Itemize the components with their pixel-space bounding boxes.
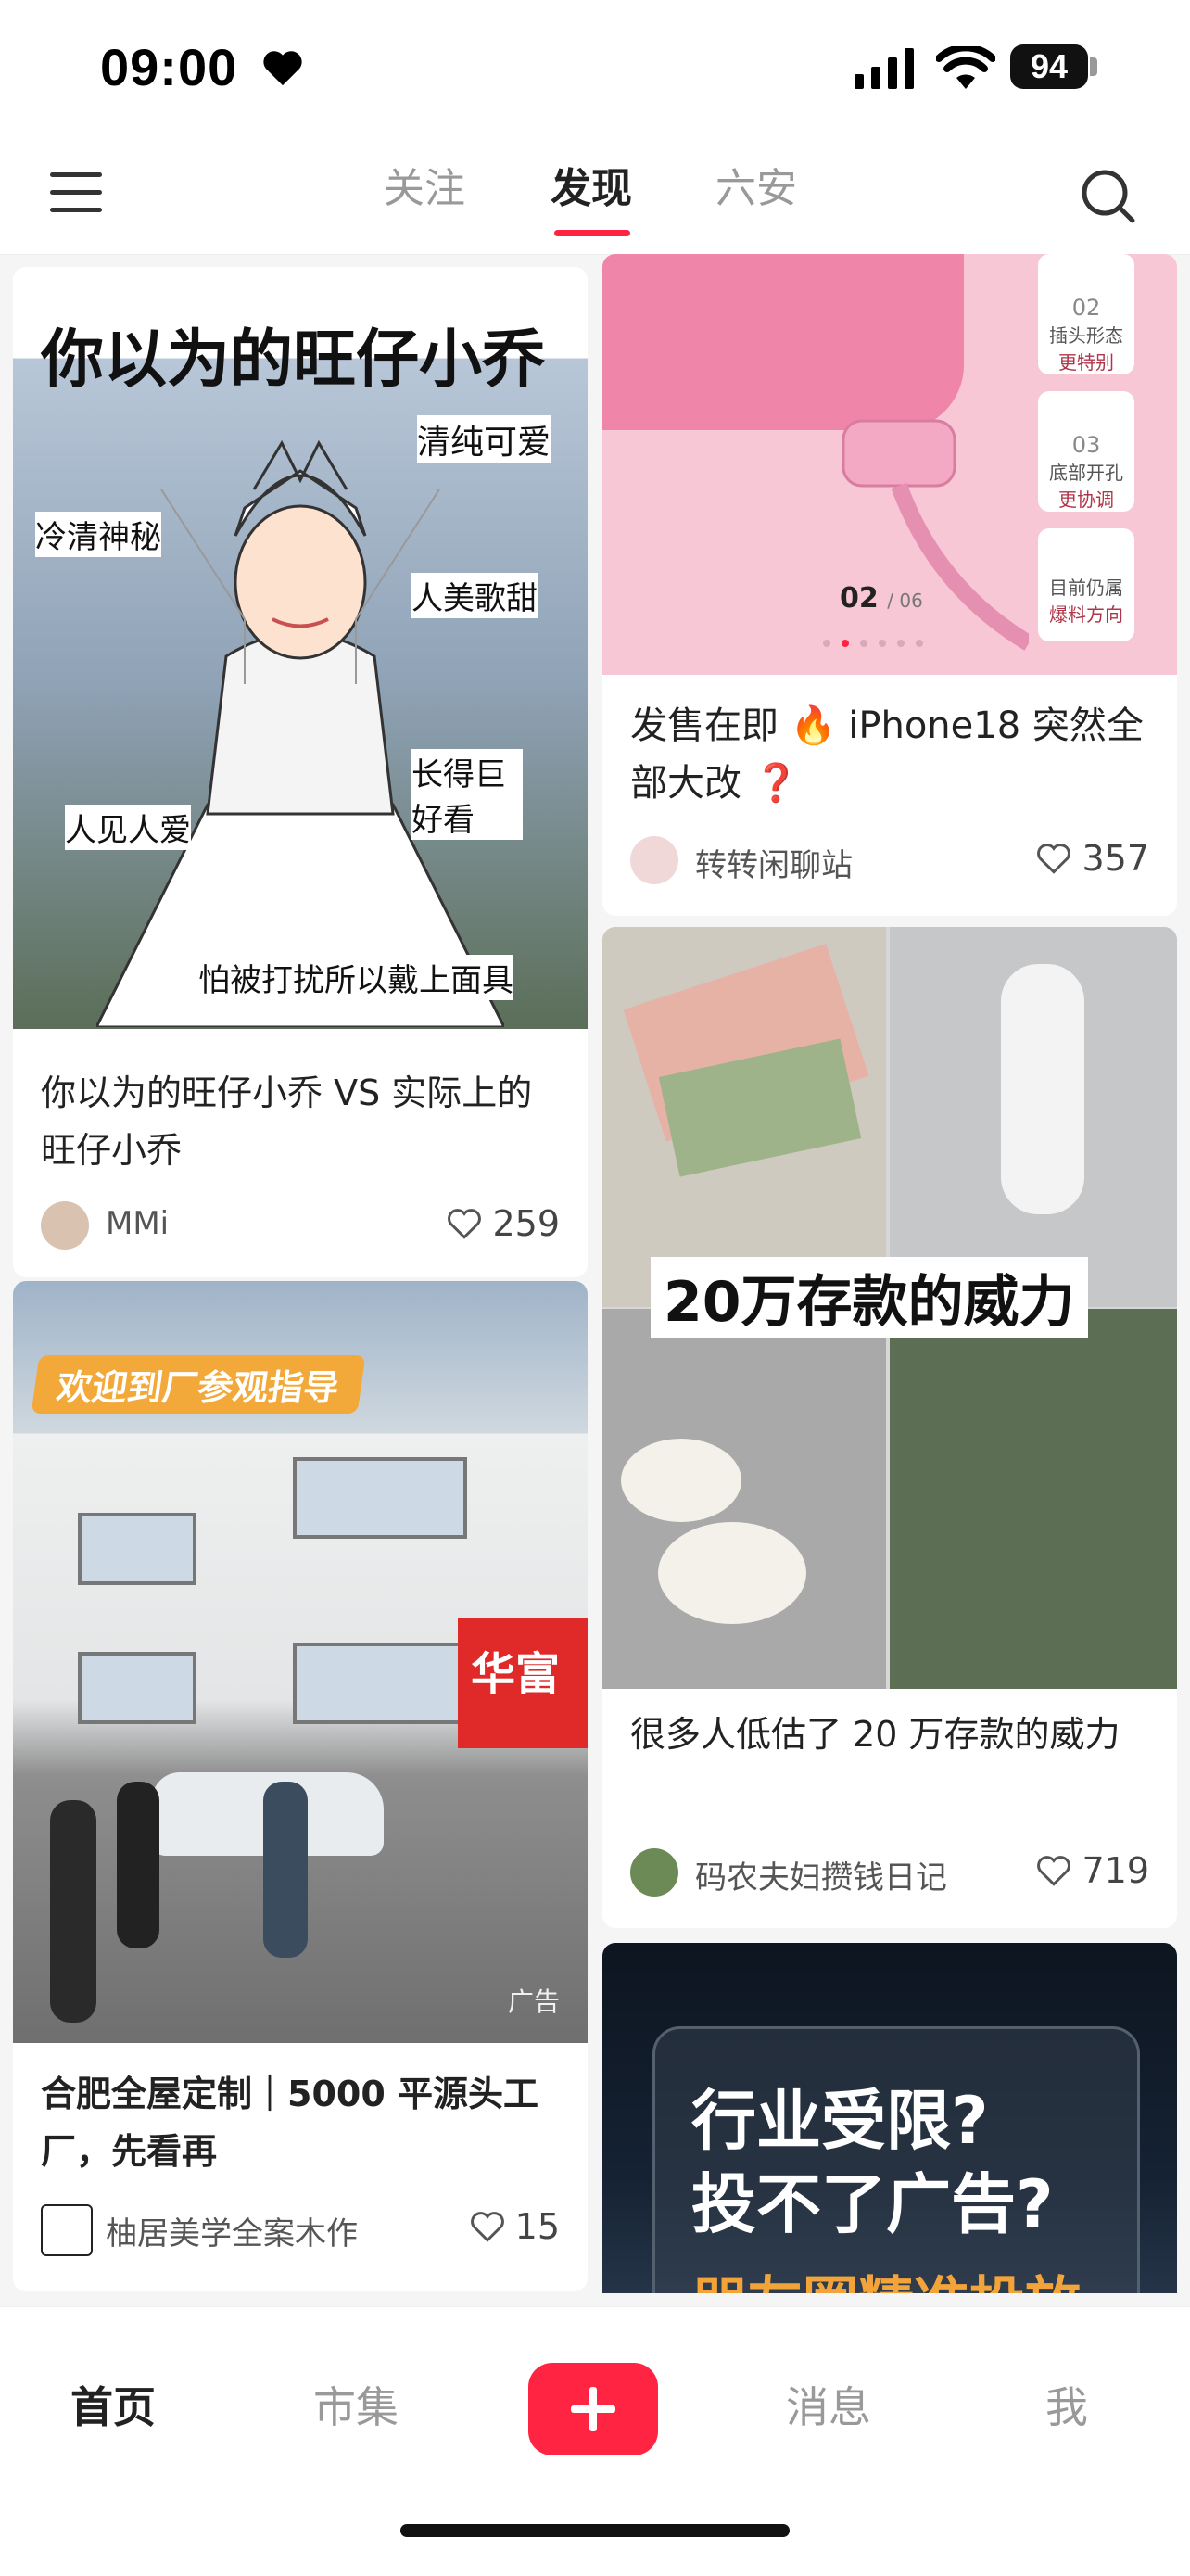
author-name[interactable]: 转转闲聊站 [695,840,853,885]
feed-card-3[interactable]: 欢迎到厂参观指导 华富 广告 合肥全屋定制｜5000 平源头工厂，先看再 柚居美… [13,1281,588,2291]
card-4-meta: 码农夫妇攒钱日记 719 [630,1845,1149,1900]
status-bar: 09:00 94 [0,0,1190,139]
caption-cool: 冷清神秘 [35,512,161,557]
author-name[interactable]: 码农夫妇攒钱日记 [695,1852,947,1897]
search-icon[interactable] [1079,167,1138,226]
card-4-title: 很多人低估了 20 万存款的威力 [630,1714,1120,1755]
author-name[interactable]: MMi [106,1205,169,1242]
tab-discover[interactable]: 发现 [551,159,632,234]
side-label-3: 目前仍属 爆料方向 [1038,528,1134,641]
stall-photo [890,1309,1177,1689]
card-2-title: 发售在即 🔥 iPhone18 突然全部大改 ❓ [630,704,1144,805]
carousel-dots [823,640,923,647]
menu-icon[interactable] [50,172,102,213]
caption-loved: 人见人爱 [65,805,191,850]
avatar[interactable] [41,2204,93,2256]
side-label-1: 02 插头形态 更特别 [1038,254,1134,374]
card-5-line3: 朋友圈精准投放 [691,2258,1081,2293]
side-labels: 02 插头形态 更特别 03 底部开孔 更协调 目前仍属 爆料方向 [1038,254,1134,643]
card-5-image[interactable]: 行业受限? 投不了广告? 朋友圈精准投放 [602,1943,1177,2293]
child-photo [890,927,1177,1307]
card-5-line2: 投不了广告? [691,2166,1054,2242]
card-1-title: 你以为的旺仔小乔 VS 实际上的旺仔小乔 [41,1072,533,1171]
card-1-meta: MMi 259 [41,1198,560,1253]
card-2-meta: 转转闲聊站 357 [630,832,1149,888]
wifi-icon [936,46,995,89]
cable-illustration [842,419,1029,651]
tab-following[interactable]: 关注 [384,159,465,234]
feed-card-4[interactable]: 20万存款的威力 很多人低估了 20 万存款的威力 码农夫妇攒钱日记 719 [602,927,1177,1928]
battery-indicator: 94 [1010,44,1088,89]
heart-outline-icon [1037,1856,1071,1886]
tab-local[interactable]: 六安 [715,159,797,234]
factory-sign: 华富 [458,1618,588,1748]
side-label-2: 03 底部开孔 更协调 [1038,391,1134,512]
money-photo [602,927,886,1307]
nav-home[interactable]: 首页 [70,2374,156,2435]
like-count[interactable]: 259 [446,1203,560,1244]
card-5-line1: 行业受限? [691,2083,989,2159]
active-tab-indicator [554,230,630,236]
caption-sweet: 人美歌甜 [411,573,538,618]
like-count-value: 15 [514,2206,560,2247]
like-count[interactable]: 357 [1035,838,1149,879]
discover-feed: 你以为的旺仔小乔 清纯可爱 冷清神秘 人美歌甜 长得巨好看 人见人爱 怕被打扰所… [0,254,1190,2293]
bride-illustration [96,439,504,1027]
app-header: 关注 发现 六安 [0,139,1190,255]
card-3-image-title: 欢迎到厂参观指导 [31,1355,366,1414]
ad-label: 广告 [507,1986,560,2017]
like-count-value: 719 [1082,1850,1149,1891]
feed-card-5[interactable]: 行业受限? 投不了广告? 朋友圈精准投放 [602,1943,1177,2293]
image-counter: 02 / 06 [840,582,923,615]
like-count-value: 259 [492,1203,560,1244]
avatar[interactable] [41,1201,89,1250]
plus-icon [571,2387,615,2431]
heart-icon [263,51,302,86]
card-2-image[interactable]: 02 插头形态 更特别 03 底部开孔 更协调 目前仍属 爆料方向 02 / 0… [602,254,1177,675]
food-photo [602,1309,886,1689]
status-time: 09:00 [100,38,238,96]
card-4-image-title: 20万存款的威力 [651,1257,1088,1338]
like-count[interactable]: 719 [1035,1850,1149,1891]
card-3-title: 合肥全屋定制｜5000 平源头工厂，先看再 [41,2074,538,2172]
card-3-meta: 柚居美学全案木作 15 [41,2201,560,2256]
caption-good-looking: 长得巨好看 [411,749,523,840]
battery-tip [1090,57,1097,76]
feed-card-2[interactable]: 02 插头形态 更特别 03 底部开孔 更协调 目前仍属 爆料方向 02 / 0… [602,254,1177,916]
avatar[interactable] [630,836,678,884]
nav-me[interactable]: 我 [1045,2374,1088,2435]
nav-market[interactable]: 市集 [313,2374,399,2435]
home-indicator [400,2524,790,2537]
cellular-signal-icon [855,48,914,89]
heart-outline-icon [1037,844,1071,874]
author-name[interactable]: 柚居美学全案木作 [106,2208,358,2253]
card-1-image[interactable]: 你以为的旺仔小乔 清纯可爱 冷清神秘 人美歌甜 长得巨好看 人见人爱 怕被打扰所… [13,267,588,1029]
avatar[interactable] [630,1848,678,1897]
nav-messages[interactable]: 消息 [786,2374,871,2435]
heart-outline-icon [470,2212,504,2242]
add-post-button[interactable] [528,2363,658,2455]
bottom-nav: 首页 市集 消息 我 [0,2306,1190,2576]
feed-card-1[interactable]: 你以为的旺仔小乔 清纯可爱 冷清神秘 人美歌甜 长得巨好看 人见人爱 怕被打扰所… [13,267,588,1277]
like-count[interactable]: 15 [469,2206,560,2247]
caption-pure: 清纯可爱 [417,415,551,463]
card-3-image[interactable]: 欢迎到厂参观指导 华富 广告 [13,1281,588,2043]
card-4-image[interactable]: 20万存款的威力 [602,927,1177,1689]
like-count-value: 357 [1082,838,1149,879]
heart-outline-icon [448,1209,482,1239]
caption-mask: 怕被打扰所以戴上面具 [198,955,513,1000]
